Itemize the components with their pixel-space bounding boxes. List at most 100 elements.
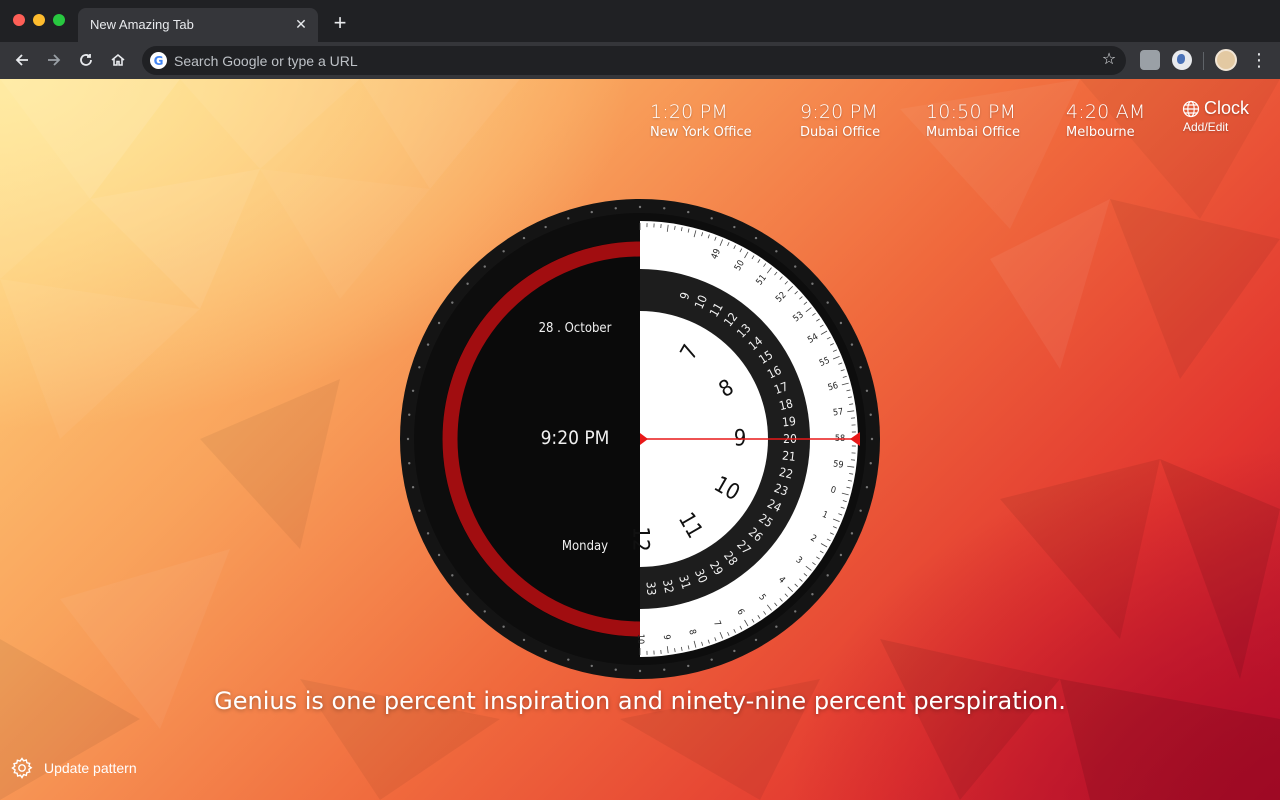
bezel-dot	[710, 217, 713, 220]
bezel-dot	[811, 282, 814, 285]
bezel-dot	[663, 207, 666, 210]
bezel-dot	[466, 593, 469, 596]
watch-time: 9:20 PM	[540, 427, 610, 449]
bezel-dot	[663, 668, 666, 671]
bezel-dot	[754, 236, 758, 240]
bezel-dot	[522, 236, 526, 240]
world-clock-label: New York Office	[650, 125, 752, 140]
address-input[interactable]	[174, 46, 1074, 75]
update-pattern-label: Update pattern	[44, 760, 137, 776]
world-clock-time: 10:50 PM	[926, 101, 1017, 123]
bezel-dot	[451, 301, 454, 304]
star-icon[interactable]: ☆	[1100, 51, 1118, 69]
bezel-dot	[733, 225, 736, 229]
bezel-dot	[687, 210, 690, 214]
title-bar: New Amazing Tab ✕ +	[0, 0, 1280, 42]
bezel-dot	[411, 389, 415, 392]
bezel-dot	[869, 413, 872, 416]
profile-avatar[interactable]	[1215, 49, 1237, 71]
world-clock-label: Mumbai Office	[926, 125, 1021, 140]
toolbar: G ☆ ⋮	[0, 42, 1280, 79]
reload-icon[interactable]	[73, 47, 99, 73]
new-tab-button[interactable]: +	[328, 12, 352, 36]
minute-label: 32	[660, 578, 676, 594]
bezel-dot	[850, 343, 854, 346]
clock-widget-title: Clock	[1204, 98, 1250, 118]
bezel-dot	[418, 366, 421, 369]
watch-date: 28 . October	[538, 321, 612, 336]
world-clock-time: 4:20 AM	[1066, 101, 1146, 123]
watch-face: 4950515253545556575859012345678910 9 1011…	[400, 199, 880, 679]
bezel-dot	[733, 649, 736, 653]
world-clock-dubai: 9:20 PM Dubai Office	[800, 101, 880, 140]
menu-icon[interactable]: ⋮	[1250, 49, 1268, 71]
close-window-button[interactable]	[13, 14, 25, 26]
bezel-dot	[483, 610, 486, 613]
bezel-dot	[710, 658, 713, 661]
bezel-dot	[775, 625, 778, 628]
gear-icon	[11, 757, 33, 779]
bezel-dot	[865, 389, 869, 392]
bezel-dot	[522, 638, 526, 642]
bezel-dot	[869, 462, 872, 465]
globe-extension-icon[interactable]	[1172, 50, 1192, 70]
bezel-dot	[839, 553, 843, 557]
bezel-dot	[408, 413, 411, 416]
tab-close-icon[interactable]: ✕	[292, 15, 310, 33]
bezel-dot	[426, 343, 430, 346]
tab-title: New Amazing Tab	[90, 17, 194, 32]
forward-icon[interactable]	[41, 47, 67, 73]
world-clock-label: Dubai Office	[800, 125, 881, 140]
world-clock-time: 1:20 PM	[650, 101, 728, 123]
quote-text: Genius is one percent inspiration and ni…	[214, 687, 1066, 715]
bezel-dot	[859, 366, 862, 369]
bezel-dot	[567, 217, 570, 220]
world-clock-new-york: 1:20 PM New York Office	[650, 101, 752, 140]
bezel-dot	[502, 625, 505, 628]
clock-add-edit-button[interactable]: Clock Add/Edit	[1182, 98, 1249, 134]
bezel-dot	[544, 225, 547, 229]
bezel-dot	[638, 205, 642, 209]
bezel-dot	[483, 265, 486, 268]
dial-watch: 49 50 51 52 53 54 55 56 57 58 59 0 1 2 3 4 5 6 7 8 9 10 9 10 11…	[400, 199, 880, 679]
bezel-dot	[775, 250, 778, 253]
bezel-dot	[826, 301, 829, 304]
active-tab[interactable]: New Amazing Tab ✕	[78, 8, 318, 42]
bezel-dot	[426, 532, 430, 535]
toolbar-separator	[1203, 52, 1204, 70]
maximize-window-button[interactable]	[53, 14, 65, 26]
bezel-dot	[406, 437, 410, 441]
bezel-dot	[544, 649, 547, 653]
bezel-dot	[437, 553, 441, 557]
minute-label: 21	[781, 448, 796, 463]
home-icon[interactable]	[105, 47, 131, 73]
clock-widget-subtitle: Add/Edit	[1183, 120, 1229, 134]
minimize-window-button[interactable]	[33, 14, 45, 26]
bezel-dot	[754, 638, 758, 642]
watch-day: Monday	[561, 539, 609, 554]
google-icon: G	[150, 52, 167, 69]
update-pattern-button[interactable]: Update pattern	[10, 756, 137, 780]
globe-icon	[1182, 100, 1200, 117]
bezel-dot	[687, 664, 690, 668]
pin-extension-icon[interactable]	[1140, 50, 1160, 70]
new-tab-page: 1:20 PM New York Office 9:20 PM Dubai Of…	[0, 79, 1280, 800]
bezel-dot	[418, 509, 421, 512]
bezel-dot	[870, 437, 874, 441]
bezel-dot	[865, 486, 869, 489]
second-label: 59	[833, 459, 845, 470]
hour-label: 12	[628, 526, 653, 551]
world-clock-mumbai: 10:50 PM Mumbai Office	[926, 101, 1020, 140]
bezel-dot	[839, 321, 843, 325]
bezel-dot	[502, 250, 505, 253]
back-icon[interactable]	[9, 47, 35, 73]
bezel-dot	[638, 669, 642, 673]
bezel-dot	[811, 593, 814, 596]
bezel-dot	[794, 610, 797, 613]
bezel-dot	[614, 207, 617, 210]
second-label: 57	[833, 407, 845, 418]
bezel-dot	[859, 509, 862, 512]
bezel-dot	[567, 658, 570, 661]
omnibox[interactable]: G ☆	[142, 46, 1126, 75]
bezel-dot	[850, 532, 854, 535]
